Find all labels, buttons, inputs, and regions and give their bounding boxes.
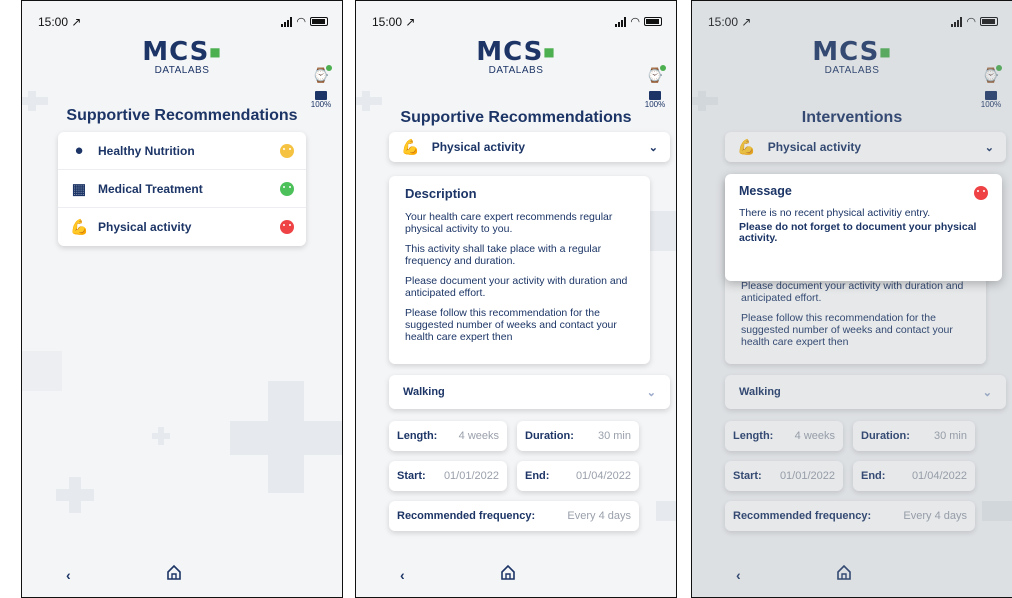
list-item-healthy-nutrition[interactable]: ● Healthy Nutrition	[58, 132, 306, 170]
description-card: Description Your health care expert reco…	[389, 176, 650, 364]
sad-smiley-icon	[974, 186, 988, 200]
logo-dot-icon: ■	[543, 45, 556, 59]
list-item-label: Healthy Nutrition	[98, 143, 195, 158]
battery-icon	[644, 17, 662, 26]
logo-subtext: DATALABS	[488, 65, 544, 76]
bg-cross	[362, 91, 370, 111]
side-icons: ⌚ 100%	[644, 65, 666, 109]
end-value: 01/04/2022	[575, 470, 631, 482]
battery-icon	[310, 17, 328, 26]
pill-blister-icon: ▦	[71, 180, 87, 198]
message-popup: Message There is no recent physical acti…	[725, 174, 1002, 281]
frequency-field: Recommended frequency: Every 4 days	[389, 501, 639, 531]
phone-screen-1: 15:00 ↗ ◠ MCS■ DATALABS ⌚ 100% Supportiv…	[21, 0, 343, 598]
phone-screen-3: 15:00 ↗ ◠ MCS■ DATALABS ⌚ 100% Intervent…	[691, 0, 1012, 598]
dropdown-value: Physical activity	[431, 140, 526, 154]
recommendation-list: ● Healthy Nutrition ▦ Medical Treatment …	[58, 132, 306, 246]
list-item-label: Medical Treatment	[98, 181, 203, 196]
status-time: 15:00 ↗	[372, 15, 416, 29]
flexed-arm-icon: 💪	[70, 219, 89, 236]
side-icons: ⌚ 100%	[310, 65, 332, 109]
smartwatch-icon[interactable]: ⌚	[644, 65, 666, 85]
mcs-logo: MCS■ DATALABS	[22, 39, 342, 76]
duration-field: Duration: 30 min	[517, 421, 639, 451]
sad-smiley-icon	[280, 220, 294, 234]
smartwatch-icon[interactable]: ⌚	[310, 65, 332, 85]
frequency-value: Every 4 days	[567, 510, 631, 522]
status-bar: 15:00 ↗ ◠	[38, 15, 328, 31]
phone-screen-2: 15:00 ↗ ◠ MCS■ DATALABS ⌚ 100% Supportiv…	[355, 0, 677, 598]
message-bold-text: Please do not forget to document your ph…	[739, 221, 977, 244]
bg-cross	[22, 351, 62, 391]
activity-value: Walking	[403, 386, 445, 398]
flexed-arm-icon: 💪	[401, 139, 420, 156]
happy-smiley-icon	[280, 181, 294, 196]
bottom-nav: ‹	[22, 557, 342, 597]
signal-icon	[281, 16, 293, 27]
wifi-icon: ◠	[296, 16, 306, 28]
modal-overlay[interactable]	[692, 1, 1012, 597]
activity-dropdown[interactable]: Walking ⌄	[389, 375, 670, 409]
signal-icon	[615, 16, 627, 27]
list-item-physical-activity[interactable]: 💪 Physical activity	[58, 208, 306, 246]
start-value: 01/01/2022	[443, 470, 499, 482]
length-field: Length: 4 weeks	[389, 421, 507, 451]
bottom-nav: ‹	[356, 557, 676, 597]
wifi-icon: ◠	[630, 16, 640, 28]
description-paragraph: Your health care expert recommends regul…	[405, 211, 613, 235]
start-field: Start: 01/01/2022	[389, 461, 507, 491]
bg-cross	[656, 501, 676, 521]
page-title: Supportive Recommendations	[400, 109, 632, 126]
description-paragraph: Please follow this recommendation for th…	[405, 307, 617, 343]
mcs-logo: MCS■ DATALABS	[356, 39, 676, 76]
neutral-smiley-icon	[280, 143, 294, 158]
status-right: ◠	[281, 15, 328, 28]
message-text: There is no recent physical activitiy en…	[739, 207, 931, 219]
apple-icon: ●	[74, 142, 84, 159]
duration-value: 30 min	[597, 430, 631, 442]
message-heading: Message	[739, 184, 792, 198]
description-heading: Description	[405, 186, 477, 201]
bg-cross	[158, 427, 164, 445]
bg-cross	[268, 381, 304, 493]
list-item-label: Physical activity	[98, 220, 192, 234]
frequency-label: Recommended frequency:	[397, 510, 536, 522]
logo-text: MCS	[142, 37, 210, 67]
bg-cross	[646, 211, 676, 251]
logo-dot-icon: ■	[209, 45, 222, 59]
page-title: Supportive Recommendations	[66, 107, 298, 124]
home-icon[interactable]	[500, 564, 516, 580]
length-label: Length:	[397, 430, 438, 442]
device-battery-level: 100%	[644, 100, 666, 109]
description-paragraph: This activity shall take place with a re…	[405, 243, 602, 267]
device-battery-icon	[649, 91, 661, 100]
device-battery-icon	[315, 91, 327, 100]
list-item-medical-treatment[interactable]: ▦ Medical Treatment	[58, 170, 306, 208]
back-button[interactable]: ‹	[66, 567, 71, 583]
bg-cross	[69, 477, 81, 513]
start-label: Start:	[397, 470, 426, 482]
length-value: 4 weeks	[458, 430, 499, 442]
logo-text: MCS	[476, 37, 544, 67]
end-label: End:	[525, 470, 550, 482]
status-bar: 15:00 ↗ ◠	[372, 15, 662, 31]
back-button[interactable]: ‹	[400, 567, 405, 583]
duration-label: Duration:	[525, 430, 574, 442]
description-paragraph: Please document your activity with durat…	[405, 275, 628, 299]
end-field: End: 01/04/2022	[517, 461, 639, 491]
chevron-down-icon: ⌄	[648, 141, 658, 154]
status-right: ◠	[615, 15, 662, 28]
logo-subtext: DATALABS	[154, 65, 210, 76]
home-icon[interactable]	[166, 564, 182, 580]
chevron-down-icon: ⌄	[646, 386, 656, 399]
status-time: 15:00 ↗	[38, 15, 82, 29]
category-dropdown[interactable]: 💪 Physical activity ⌄	[389, 132, 670, 162]
